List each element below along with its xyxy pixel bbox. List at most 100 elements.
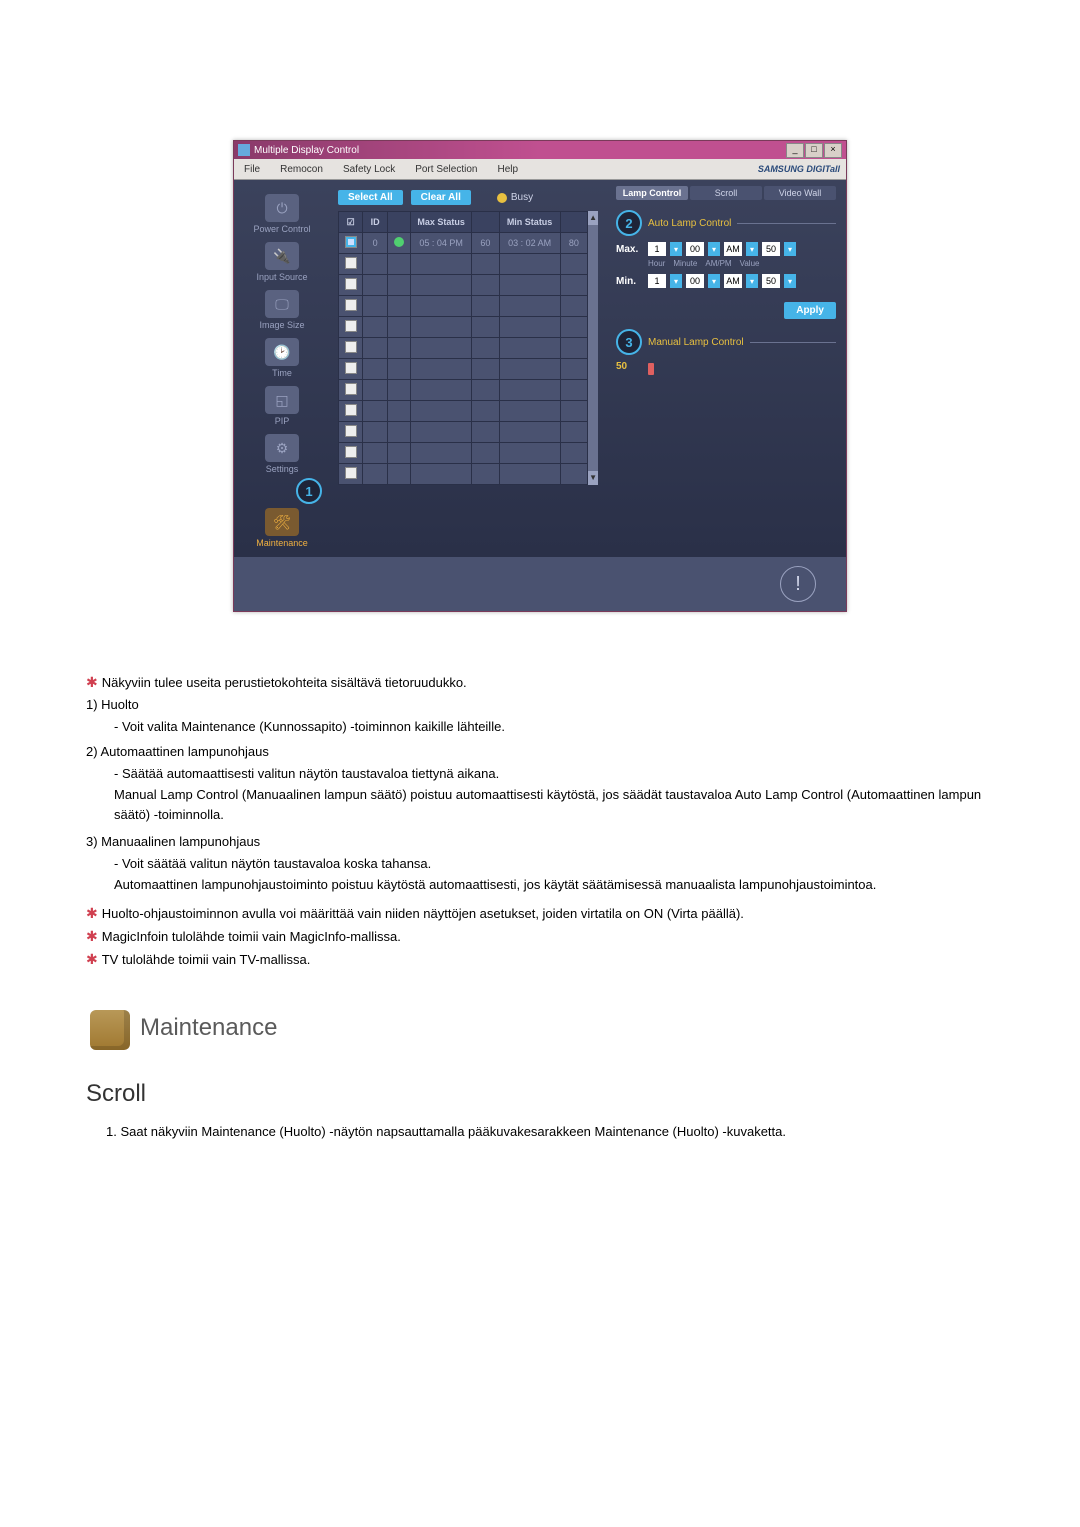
min-hour[interactable]: 1	[648, 274, 666, 288]
row-checkbox[interactable]	[345, 278, 357, 290]
dropdown-icon[interactable]: ▾	[746, 242, 758, 256]
row-v1: 60	[472, 233, 500, 254]
min-ampm[interactable]: AM	[724, 274, 742, 288]
main-panel: Select All Clear All Busy ☑IDMax StatusM…	[330, 180, 606, 556]
table-row[interactable]	[339, 401, 588, 422]
table-row[interactable]	[339, 422, 588, 443]
table-header: ☑	[339, 212, 363, 233]
table-row[interactable]	[339, 317, 588, 338]
row-checkbox[interactable]	[345, 299, 357, 311]
minimize-button[interactable]: _	[786, 143, 804, 158]
maximize-button[interactable]: □	[805, 143, 823, 158]
dropdown-icon[interactable]: ▾	[784, 274, 796, 288]
tab-video-wall[interactable]: Video Wall	[764, 186, 836, 200]
tab-lamp-control[interactable]: Lamp Control	[616, 186, 688, 200]
row-checkbox[interactable]	[345, 383, 357, 395]
row-checkbox[interactable]	[345, 257, 357, 269]
table-row[interactable]	[339, 338, 588, 359]
row-v1	[472, 422, 500, 443]
star-icon: ✱	[86, 905, 98, 921]
sidebar-item-settings[interactable]: ⚙ Settings	[234, 434, 330, 474]
table-row[interactable]	[339, 254, 588, 275]
sidebar-item-pip[interactable]: ◱ PIP	[234, 386, 330, 426]
row-checkbox[interactable]	[345, 320, 357, 332]
row-min	[499, 338, 560, 359]
dropdown-icon[interactable]: ▾	[670, 242, 682, 256]
max-hour[interactable]: 1	[648, 242, 666, 256]
app-window: Multiple Display Control _ □ × File Remo…	[233, 140, 847, 612]
close-button[interactable]: ×	[824, 143, 842, 158]
select-all-button[interactable]: Select All	[338, 190, 403, 205]
dropdown-icon[interactable]: ▾	[784, 242, 796, 256]
row-v1	[472, 317, 500, 338]
table-row[interactable]	[339, 443, 588, 464]
display-table-wrap: ☑IDMax StatusMin Status005 : 04 PM6003 :…	[338, 211, 598, 485]
table-row[interactable]	[339, 296, 588, 317]
table-row[interactable]	[339, 275, 588, 296]
star-note-3: TV tulolähde toimii vain TV-mallissa.	[102, 952, 311, 967]
min-minute[interactable]: 00	[686, 274, 704, 288]
sidebar-item-time[interactable]: 🕑 Time	[234, 338, 330, 378]
star-note-1: Huolto-ohjaustoiminnon avulla voi määrit…	[102, 906, 744, 921]
sidebar-item-maintenance[interactable]: 🛠 Maintenance	[234, 508, 330, 548]
sidebar-item-image-size[interactable]: 🖵 Image Size	[234, 290, 330, 330]
row-checkbox[interactable]	[345, 341, 357, 353]
table-header	[387, 212, 410, 233]
dropdown-icon[interactable]: ▾	[708, 274, 720, 288]
callout-3: 3	[616, 329, 642, 355]
menu-help[interactable]: Help	[487, 164, 528, 175]
menu-safety-lock[interactable]: Safety Lock	[333, 164, 405, 175]
sidebar-item-label: Input Source	[256, 272, 307, 282]
info-icon: !	[780, 566, 816, 602]
table-header: Min Status	[499, 212, 560, 233]
power-icon: ⏻	[265, 194, 299, 222]
scroll-down-button[interactable]: ▼	[588, 471, 598, 485]
row-checkbox[interactable]	[345, 425, 357, 437]
menu-file[interactable]: File	[234, 164, 270, 175]
table-row[interactable]	[339, 464, 588, 485]
max-minute[interactable]: 00	[686, 242, 704, 256]
auto-min-row: Min. 1▾ 00▾ AM▾ 50▾	[616, 274, 836, 288]
window-title: Multiple Display Control	[254, 145, 359, 156]
row-id	[363, 380, 387, 401]
dropdown-icon[interactable]: ▾	[746, 274, 758, 288]
table-row[interactable]	[339, 380, 588, 401]
star-icon: ✱	[86, 951, 98, 967]
row-checkbox[interactable]	[345, 467, 357, 479]
sidebar: ⏻ Power Control 🔌 Input Source 🖵 Image S…	[234, 180, 330, 556]
dropdown-icon[interactable]: ▾	[670, 274, 682, 288]
manual-lamp-title: Manual Lamp Control	[648, 337, 744, 348]
row-max	[411, 401, 472, 422]
dropdown-icon[interactable]: ▾	[708, 242, 720, 256]
auto-max-row: Max. 1▾ 00▾ AM▾ 50▾	[616, 242, 836, 256]
row-id	[363, 422, 387, 443]
min-value[interactable]: 50	[762, 274, 780, 288]
clear-all-button[interactable]: Clear All	[411, 190, 471, 205]
max-ampm[interactable]: AM	[724, 242, 742, 256]
row-checkbox[interactable]	[345, 404, 357, 416]
apply-button[interactable]: Apply	[784, 302, 836, 319]
slider-thumb[interactable]	[648, 363, 654, 375]
star-icon: ✱	[86, 674, 98, 690]
menu-port-selection[interactable]: Port Selection	[405, 164, 487, 175]
tab-scroll[interactable]: Scroll	[690, 186, 762, 200]
row-min: 03 : 02 AM	[499, 233, 560, 254]
row-checkbox[interactable]	[345, 236, 357, 248]
row-v1	[472, 296, 500, 317]
menu-remocon[interactable]: Remocon	[270, 164, 333, 175]
scroll-up-button[interactable]: ▲	[588, 211, 598, 225]
manual-lamp-slider-row: 50	[616, 361, 836, 372]
row-max	[411, 254, 472, 275]
table-row[interactable]: 005 : 04 PM6003 : 02 AM80	[339, 233, 588, 254]
row-max	[411, 443, 472, 464]
scrollbar[interactable]: ▲ ▼	[588, 211, 598, 485]
row-checkbox[interactable]	[345, 362, 357, 374]
row-checkbox[interactable]	[345, 446, 357, 458]
settings-icon: ⚙	[265, 434, 299, 462]
table-row[interactable]	[339, 359, 588, 380]
sidebar-item-input-source[interactable]: 🔌 Input Source	[234, 242, 330, 282]
sidebar-item-power-control[interactable]: ⏻ Power Control	[234, 194, 330, 234]
max-value[interactable]: 50	[762, 242, 780, 256]
row-max	[411, 338, 472, 359]
scroll-heading: Scroll	[86, 1076, 994, 1112]
